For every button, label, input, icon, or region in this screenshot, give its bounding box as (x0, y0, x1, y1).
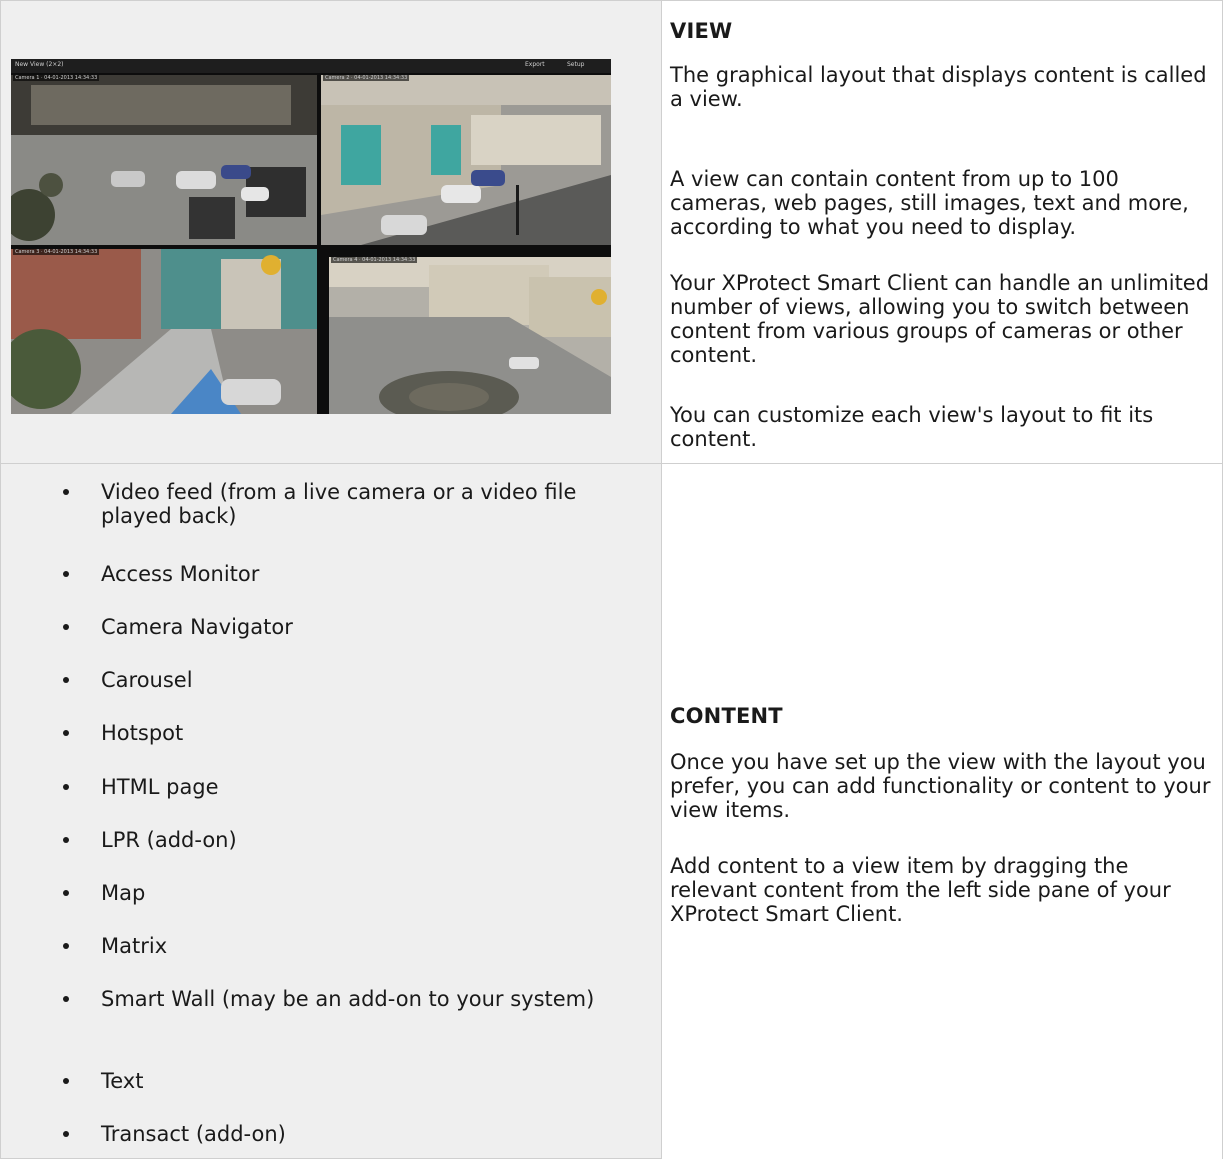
camera-pane-4: Camera 4 · 04-01-2013 14:34:33 (329, 257, 611, 414)
bullet-icon (63, 890, 69, 896)
bullet-icon (63, 996, 69, 1002)
view-paragraph-2: A view can contain content from up to 10… (670, 167, 1189, 239)
camera-pane-1: Camera 1 · 04-01-2013 14:34:33 (11, 75, 317, 245)
bullet-icon (63, 1078, 69, 1084)
content-list-cell: Video feed (from a live camera or a vide… (0, 464, 662, 1159)
view-heading: VIEW (670, 19, 733, 43)
parking-lot-image (11, 75, 317, 245)
bullet-icon (63, 730, 69, 736)
camera-label-2: Camera 2 · 04-01-2013 14:34:33 (323, 75, 410, 81)
bullet-icon (63, 1131, 69, 1137)
content-paragraph-1: Once you have set up the view with the l… (670, 750, 1211, 822)
camera-pane-3: Camera 3 · 04-01-2013 14:34:33 (11, 249, 317, 414)
screenshot-export-button: Export (525, 61, 545, 68)
view-description-cell: VIEW The graphical layout that displays … (662, 0, 1223, 464)
roundabout-image (329, 257, 611, 414)
screenshot-setup-button: Setup (567, 61, 585, 68)
bullet-icon (63, 943, 69, 949)
street-corner-image (11, 249, 317, 414)
bullet-icon (63, 784, 69, 790)
screenshot-view-title: New View (2×2) (15, 61, 64, 68)
screenshot-toolbar: New View (2×2) Export Setup (11, 59, 611, 73)
content-heading: CONTENT (670, 704, 783, 728)
content-table: New View (2×2) Export Setup Camera 1 · 0… (0, 0, 1223, 1159)
view-paragraph-4: You can customize each view's layout to … (670, 403, 1154, 451)
camera-label-1: Camera 1 · 04-01-2013 14:34:33 (13, 75, 100, 81)
bullet-icon (63, 837, 69, 843)
camera-label-3: Camera 3 · 04-01-2013 14:34:33 (13, 249, 100, 255)
view-paragraph-3: Your XProtect Smart Client can handle an… (670, 271, 1210, 367)
view-screenshot: New View (2×2) Export Setup Camera 1 · 0… (11, 59, 611, 414)
view-paragraph-1: The graphical layout that displays conte… (670, 63, 1207, 111)
camera-label-4: Camera 4 · 04-01-2013 14:34:33 (331, 257, 418, 263)
bullet-icon (63, 677, 69, 683)
view-image-cell: New View (2×2) Export Setup Camera 1 · 0… (0, 0, 662, 464)
bullet-icon (63, 489, 69, 495)
bullet-icon (63, 624, 69, 630)
building-street-image (321, 75, 611, 245)
camera-pane-2: Camera 2 · 04-01-2013 14:34:33 (321, 75, 611, 245)
content-paragraph-2: Add content to a view item by dragging t… (670, 854, 1171, 926)
content-description-cell: CONTENT Once you have set up the view wi… (662, 464, 1223, 1159)
bullet-icon (63, 571, 69, 577)
